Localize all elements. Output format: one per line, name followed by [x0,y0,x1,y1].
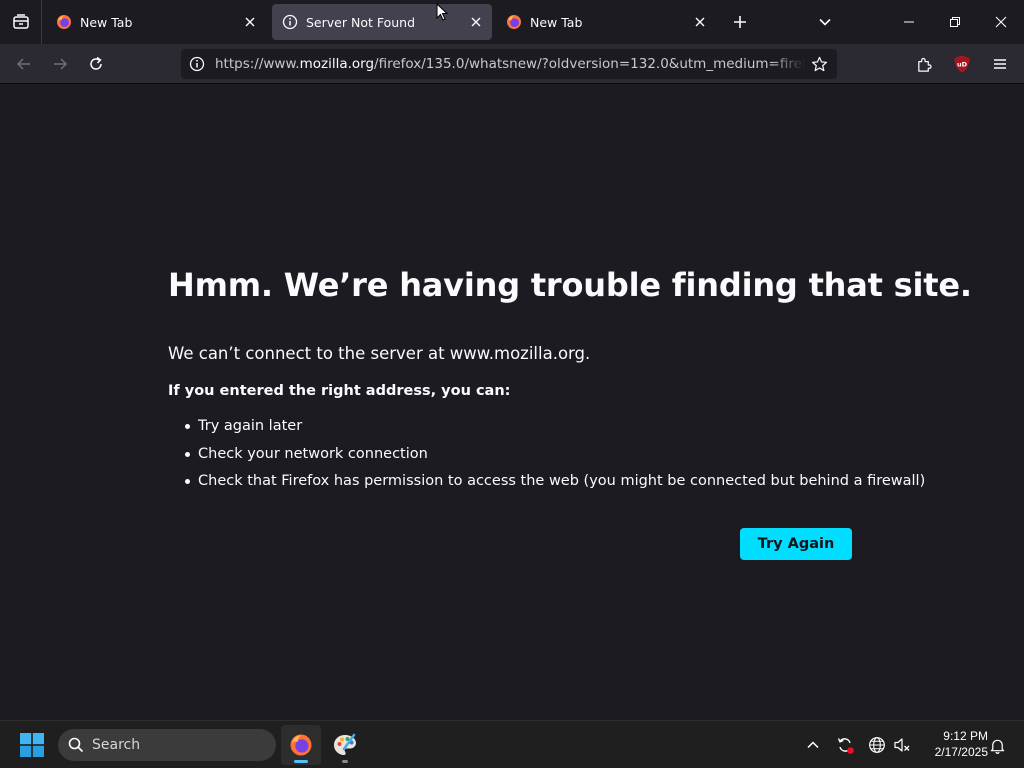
error-description: We can’t connect to the server at www.mo… [168,344,591,363]
url-domain: mozilla.org [299,56,375,72]
url-prefix: https://www. [215,56,300,72]
list-all-tabs-button[interactable] [811,8,839,36]
firefox-icon [290,734,312,756]
search-placeholder: Search [92,737,141,753]
ublock-shield-icon: uD [954,55,970,73]
running-indicator [294,760,308,763]
new-tab-button[interactable] [726,8,754,36]
taskbar-paint[interactable] [325,725,365,765]
error-page: Hmm. We’re having trouble finding that s… [0,84,1024,720]
clock-time: 9:12 PM [943,729,988,743]
volume-tray[interactable] [890,733,914,757]
tab-server-not-found[interactable]: Server Not Found [272,4,492,40]
list-item: Check that Firefox has permission to acc… [168,471,925,499]
firefox-icon [506,14,522,30]
hamburger-menu-icon [994,59,1006,69]
paint-palette-icon [334,733,356,755]
suggestions-list: Try again later Check your network conne… [168,416,925,499]
plus-icon [734,16,746,28]
puzzle-piece-icon [917,57,932,72]
clock-date: 2/17/2025 [934,745,988,759]
arrow-right-icon [54,58,68,70]
mouse-cursor-icon [436,3,448,21]
sync-status-tray[interactable] [833,733,857,757]
windows-taskbar: Search 9:12 PM 2/17/2025 [0,720,1024,768]
network-tray[interactable] [865,733,889,757]
search-icon [68,737,84,753]
ublock-origin-button[interactable]: uD [947,50,977,78]
running-indicator [342,760,348,763]
tab-new-tab-1[interactable]: New Tab [46,4,266,40]
forward-button[interactable] [45,50,75,78]
site-info-icon[interactable] [187,54,207,74]
minimize-icon [904,21,914,23]
tab-title: New Tab [530,14,583,30]
taskbar-search[interactable]: Search [58,729,276,761]
minimize-button[interactable] [886,0,932,44]
speaker-muted-icon [894,738,910,752]
app-menu-button[interactable] [985,50,1015,78]
windows-logo-icon [20,733,44,757]
close-tab-icon[interactable] [688,10,712,34]
reload-button[interactable] [81,50,111,78]
firefox-view-icon [12,14,29,29]
reload-icon [90,56,102,70]
navigation-toolbar: https://www.mozilla.org/firefox/135.0/wh… [0,44,1024,84]
back-button[interactable] [9,50,39,78]
close-tab-icon[interactable] [464,10,488,34]
start-button[interactable] [20,733,44,757]
sync-icon [837,738,854,754]
suggestions-heading: If you entered the right address, you ca… [168,383,511,399]
close-icon [995,16,1007,28]
url-bar[interactable]: https://www.mozilla.org/firefox/135.0/wh… [181,49,837,79]
ublock-badge: uD [957,61,968,69]
info-icon [282,14,298,30]
restore-icon [950,17,960,27]
extensions-button[interactable] [909,50,939,78]
show-hidden-icons-button[interactable] [801,733,825,757]
url-text[interactable]: https://www.mozilla.org/firefox/135.0/wh… [215,56,805,72]
tab-new-tab-2[interactable]: New Tab [496,4,716,40]
chevron-down-icon [819,18,831,26]
close-tab-icon[interactable] [238,10,262,34]
arrow-left-icon [16,58,30,70]
globe-icon [869,737,885,753]
list-item: Check your network connection [168,444,925,472]
notification-center-button[interactable] [985,733,1009,757]
url-path: /firefox/135.0/whatsnew/?oldversion=132.… [374,56,805,72]
try-again-button[interactable]: Try Again [740,528,852,560]
taskbar-firefox[interactable] [281,725,321,765]
list-item: Try again later [168,416,925,444]
taskbar-clock[interactable]: 9:12 PM 2/17/2025 [918,728,988,760]
close-window-button[interactable] [978,0,1024,44]
tab-strip: New Tab Server Not Found New Tab [0,0,1024,44]
page-title: Hmm. We’re having trouble finding that s… [168,266,972,304]
tab-title: New Tab [80,14,133,30]
restore-button[interactable] [932,0,978,44]
firefox-icon [56,14,72,30]
bell-icon [990,739,1004,754]
chevron-up-icon [807,741,819,749]
bookmark-star-icon[interactable] [807,52,831,76]
firefox-view-button[interactable] [0,0,42,44]
